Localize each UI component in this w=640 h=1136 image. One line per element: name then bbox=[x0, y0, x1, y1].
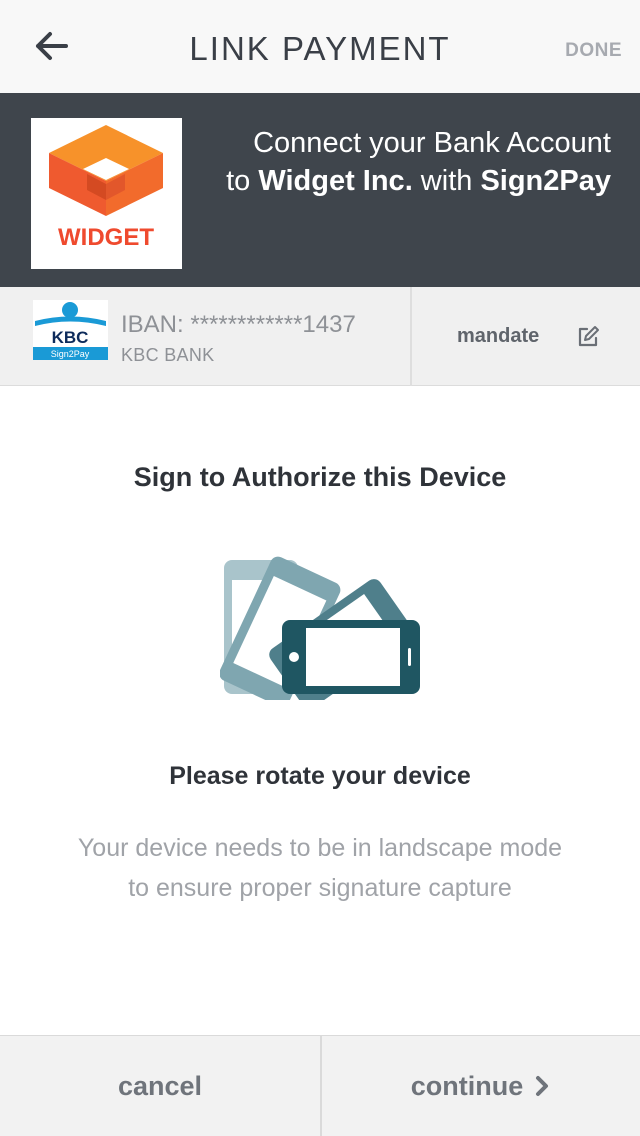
chevron-right-icon bbox=[536, 1076, 549, 1096]
banner-middle: with bbox=[412, 165, 481, 197]
continue-button[interactable]: continue bbox=[322, 1036, 640, 1136]
bank-logo: KBC Sign2Pay bbox=[33, 300, 108, 360]
cancel-button[interactable]: cancel bbox=[0, 1036, 320, 1136]
iban-value: IBAN: ************1437 bbox=[121, 311, 356, 338]
banner-line-1: Connect your Bank Account bbox=[253, 127, 611, 159]
rotate-device-icon bbox=[220, 556, 420, 700]
mandate-label: mandate bbox=[457, 325, 540, 347]
banner-line-2: to Widget Inc. with Sign2Pay bbox=[226, 162, 611, 200]
mandate-button[interactable]: mandate bbox=[412, 287, 640, 386]
rotate-heading: Please rotate your device bbox=[169, 762, 471, 790]
authorize-heading: Sign to Authorize this Device bbox=[133, 462, 507, 492]
rotate-description: Your device needs to be in landscape mod… bbox=[30, 828, 610, 908]
kbc-logo-icon: KBC Sign2Pay bbox=[33, 300, 108, 360]
svg-text:WIDGET: WIDGET bbox=[58, 224, 154, 251]
service-name: Sign2Pay bbox=[480, 165, 611, 197]
description-line-2: to ensure proper signature capture bbox=[128, 874, 512, 902]
page-title: LINK PAYMENT bbox=[189, 30, 451, 67]
description-line-1: Your device needs to be in landscape mod… bbox=[77, 834, 563, 862]
banner-message: Connect your Bank Account to Widget Inc.… bbox=[226, 124, 611, 200]
done-button[interactable]: DONE bbox=[565, 40, 622, 62]
svg-text:Sign2Pay: Sign2Pay bbox=[51, 349, 90, 359]
bottom-action-bar: cancel continue bbox=[0, 1035, 640, 1136]
continue-label: continue bbox=[410, 1070, 524, 1101]
merchant-banner: WIDGET Connect your Bank Account to Widg… bbox=[0, 93, 640, 287]
cancel-label: cancel bbox=[117, 1070, 203, 1101]
bank-account-row: KBC Sign2Pay IBAN: ************1437 KBC … bbox=[0, 287, 640, 386]
merchant-logo: WIDGET bbox=[31, 118, 182, 269]
bank-name: KBC BANK bbox=[121, 345, 215, 365]
banner-prefix: to bbox=[226, 165, 259, 197]
widget-logo-icon: WIDGET bbox=[49, 125, 163, 251]
merchant-name: Widget Inc. bbox=[258, 165, 413, 197]
navbar: LINK PAYMENT DONE bbox=[0, 0, 640, 93]
svg-text:KBC: KBC bbox=[52, 328, 89, 347]
edit-icon bbox=[578, 326, 599, 347]
